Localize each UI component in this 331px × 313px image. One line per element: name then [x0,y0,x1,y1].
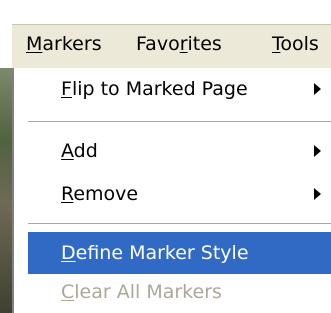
menu-item-label: Define Marker Style [61,242,249,264]
menu-separator [28,121,331,123]
menu-tools[interactable]: Tools [272,33,319,55]
menu-markers[interactable]: Markers [26,33,102,55]
menu-item-remove[interactable]: Remove [28,173,331,215]
menu-item-label: Clear All Markers [61,281,222,303]
menu-item-label: Add [61,140,98,162]
menu-separator [28,223,331,225]
menu-item-flip-to-marked-page[interactable]: Flip to Marked Page [28,68,331,110]
submenu-arrow-icon [314,83,321,95]
background-window-edge [0,68,12,313]
menu-bar: Markers Favorites Tools [12,24,331,69]
menu-item-label: Flip to Marked Page [61,78,248,100]
markers-dropdown-menu: Flip to Marked Page Add Remove Define Ma… [12,68,331,313]
submenu-arrow-icon [314,188,321,200]
menu-item-add[interactable]: Add [28,130,331,172]
menu-favorites[interactable]: Favorites [136,33,222,55]
menu-item-label: Remove [61,183,139,205]
menu-item-define-marker-style[interactable]: Define Marker Style [28,232,331,274]
submenu-arrow-icon [314,145,321,157]
menu-item-clear-all-markers[interactable]: Clear All Markers [28,271,331,313]
